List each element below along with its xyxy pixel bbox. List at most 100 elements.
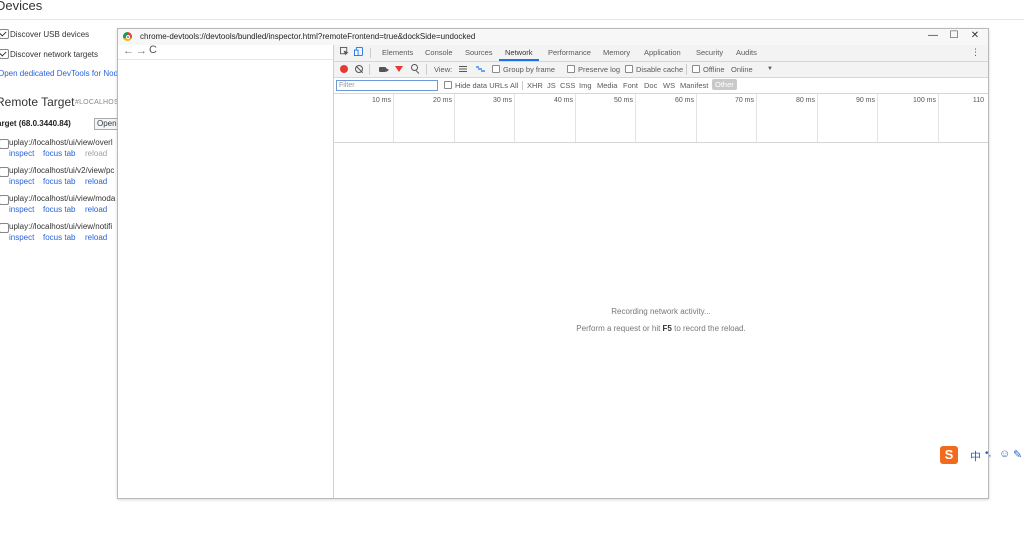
target-checkbox[interactable] <box>0 195 9 205</box>
search-icon[interactable] <box>411 64 418 71</box>
tab-performance[interactable]: Performance <box>548 48 591 57</box>
target-url: uplay://localhost/ui/view/overl <box>9 138 113 147</box>
tick-label: 80 ms <box>795 97 815 104</box>
close-button[interactable]: ✕ <box>968 30 982 41</box>
filter-input[interactable]: Filter <box>336 80 438 91</box>
discover-usb-checkbox[interactable] <box>0 29 9 39</box>
tick-label: 90 ms <box>855 97 875 104</box>
tick-label: 70 ms <box>734 97 754 104</box>
inspect-link[interactable]: inspect <box>9 149 34 158</box>
divider <box>426 64 427 75</box>
filter-type-img[interactable]: Img <box>579 81 592 90</box>
sogou-logo-icon[interactable]: S <box>940 446 958 464</box>
tick-line <box>635 94 636 142</box>
inspect-link[interactable]: inspect <box>9 177 34 186</box>
target-url: uplay://localhost/ui/view/notifi <box>9 222 113 231</box>
empty-state-title: Recording network activity... <box>611 307 711 316</box>
hide-data-urls-label: Hide data URLs <box>455 81 508 90</box>
filter-type-ws[interactable]: WS <box>663 81 675 90</box>
timeline-overview[interactable]: 10 ms 20 ms 30 ms 40 ms 50 ms 60 ms 70 m… <box>334 94 988 143</box>
tab-elements[interactable]: Elements <box>382 48 413 57</box>
hide-data-urls-checkbox[interactable] <box>444 81 452 89</box>
filter-type-xhr[interactable]: XHR <box>527 81 543 90</box>
inspect-element-icon[interactable] <box>340 47 349 56</box>
ime-toolbar[interactable]: S 中 •, ☺ ✎ <box>938 444 1024 466</box>
forward-arrow-icon[interactable]: → <box>136 45 147 57</box>
preserve-log-checkbox[interactable] <box>567 65 575 73</box>
open-node-devtools-link[interactable]: Open dedicated DevTools for Nod <box>0 69 118 78</box>
throttling-select[interactable]: Online <box>731 65 753 74</box>
tick-label: 100 ms <box>913 97 936 104</box>
more-options-icon[interactable]: ⋮ <box>971 47 980 58</box>
target-checkbox[interactable] <box>0 223 9 233</box>
tab-memory[interactable]: Memory <box>603 48 630 57</box>
focus-tab-link[interactable]: focus tab <box>43 233 75 242</box>
divider <box>369 64 370 75</box>
overview-icon[interactable] <box>476 66 485 72</box>
chinese-mode-icon[interactable]: 中 <box>970 448 981 464</box>
pen-icon[interactable]: ✎ <box>1013 448 1022 461</box>
large-rows-icon[interactable] <box>459 66 467 72</box>
filter-type-all[interactable]: All <box>510 81 518 90</box>
group-by-frame-checkbox[interactable] <box>492 65 500 73</box>
tab-audits[interactable]: Audits <box>736 48 757 57</box>
reload-link[interactable]: reload <box>85 205 107 214</box>
divider <box>118 59 333 60</box>
tab-network[interactable]: Network <box>505 48 533 57</box>
tab-application[interactable]: Application <box>644 48 681 57</box>
maximize-button[interactable]: ☐ <box>947 30 961 41</box>
filter-type-other[interactable]: Other <box>712 79 737 90</box>
focus-tab-link[interactable]: focus tab <box>43 205 75 214</box>
tab-console[interactable]: Console <box>425 48 453 57</box>
window-titlebar[interactable]: chrome-devtools://devtools/bundled/inspe… <box>118 29 988 45</box>
reload-link[interactable]: reload <box>85 233 107 242</box>
back-arrow-icon[interactable]: ← <box>123 45 134 57</box>
discover-network-checkbox[interactable] <box>0 49 9 59</box>
tick-line <box>817 94 818 142</box>
reload-icon[interactable]: C <box>149 44 157 56</box>
divider <box>370 48 371 58</box>
filter-type-css[interactable]: CSS <box>560 81 575 90</box>
tick-label: 40 ms <box>553 97 573 104</box>
window-url: chrome-devtools://devtools/bundled/inspe… <box>140 32 476 41</box>
hint-key: F5 <box>662 324 672 333</box>
tab-sources[interactable]: Sources <box>465 48 493 57</box>
target-checkbox[interactable] <box>0 139 9 149</box>
inspect-link[interactable]: inspect <box>9 233 34 242</box>
focus-tab-link[interactable]: focus tab <box>43 177 75 186</box>
tick-line <box>575 94 576 142</box>
reload-link[interactable]: reload <box>85 149 107 158</box>
network-toolbar: View: Group by frame Preserve log Disabl… <box>334 62 988 78</box>
filter-icon[interactable] <box>395 66 403 72</box>
capture-screenshots-icon[interactable] <box>379 67 389 72</box>
inspect-link[interactable]: inspect <box>9 205 34 214</box>
reload-link[interactable]: reload <box>85 177 107 186</box>
active-tab-indicator <box>499 59 539 61</box>
filter-type-js[interactable]: JS <box>547 81 556 90</box>
chevron-down-icon[interactable]: ▼ <box>767 66 773 72</box>
filter-type-media[interactable]: Media <box>597 81 617 90</box>
filter-type-doc[interactable]: Doc <box>644 81 657 90</box>
tick-line <box>877 94 878 142</box>
filter-type-font[interactable]: Font <box>623 81 638 90</box>
disable-cache-checkbox[interactable] <box>625 65 633 73</box>
offline-checkbox[interactable] <box>692 65 700 73</box>
divider <box>0 19 1024 20</box>
devtools-main-pane: Elements Console Sources Network Perform… <box>334 45 988 498</box>
filter-type-manifest[interactable]: Manifest <box>680 81 708 90</box>
minimize-button[interactable]: — <box>926 30 940 41</box>
devtools-tabbar: Elements Console Sources Network Perform… <box>334 45 988 62</box>
emoji-icon[interactable]: ☺ <box>999 448 1010 460</box>
tick-label: 20 ms <box>432 97 452 104</box>
tick-line <box>756 94 757 142</box>
tab-security[interactable]: Security <box>696 48 723 57</box>
record-icon[interactable] <box>340 65 348 73</box>
clear-icon[interactable] <box>355 65 363 73</box>
focus-tab-link[interactable]: focus tab <box>43 149 75 158</box>
divider <box>686 64 687 75</box>
tick-label: 60 ms <box>674 97 694 104</box>
device-toolbar-icon[interactable] <box>354 47 363 56</box>
punctuation-icon[interactable]: •, <box>985 448 991 459</box>
disable-cache-label: Disable cache <box>636 65 684 74</box>
target-checkbox[interactable] <box>0 167 9 177</box>
